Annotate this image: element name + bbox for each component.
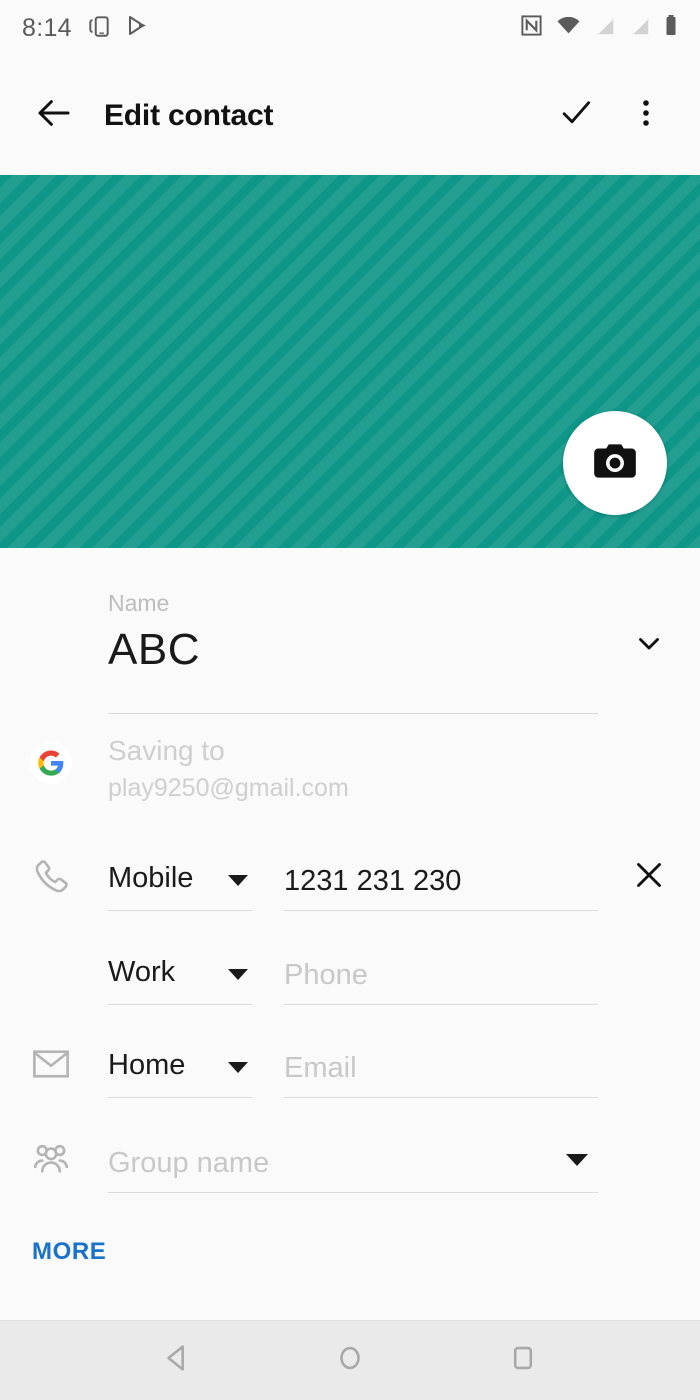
account-email: play9250@gmail.com xyxy=(108,774,349,802)
nav-back-button[interactable] xyxy=(147,1331,207,1391)
nav-back-icon xyxy=(160,1341,194,1380)
phone-1-type-select[interactable]: Mobile xyxy=(108,858,254,904)
status-bar-right xyxy=(520,13,678,43)
android-edit-contact-screen: 8:14 Edit contact Name ABC Saving to pla… xyxy=(0,0,700,1400)
camera-icon xyxy=(590,436,640,491)
nfc-icon xyxy=(520,14,543,42)
phone-1-type-label: Mobile xyxy=(108,862,194,894)
overflow-menu-button[interactable] xyxy=(622,92,670,140)
email-type-label: Home xyxy=(108,1049,186,1081)
caret-down-icon xyxy=(228,1062,248,1073)
name-input[interactable]: ABC xyxy=(108,625,200,675)
page-title: Edit contact xyxy=(104,98,274,132)
phone-1-type-underline xyxy=(108,910,252,911)
nav-recents-icon xyxy=(506,1341,540,1380)
name-expand-button[interactable] xyxy=(626,622,672,668)
phone-row-2: Work Phone xyxy=(0,934,700,1028)
check-icon xyxy=(557,94,595,137)
chevron-down-icon xyxy=(632,626,666,665)
status-time: 8:14 xyxy=(22,13,72,42)
email-value-underline xyxy=(284,1097,598,1098)
signal-no-sim-1-icon xyxy=(594,15,616,42)
caret-down-icon[interactable] xyxy=(566,1154,588,1166)
android-nav-bar xyxy=(0,1320,700,1400)
saving-to-label: Saving to xyxy=(108,735,225,766)
email-row: Home Email xyxy=(0,1027,700,1121)
status-bar-left: 8:14 xyxy=(22,13,150,44)
account-row[interactable]: Saving to play9250@gmail.com xyxy=(0,735,700,820)
app-bar-actions xyxy=(552,92,670,140)
phone-1-input[interactable]: 1231 231 230 xyxy=(284,858,598,904)
more-button[interactable]: MORE xyxy=(18,1228,120,1276)
name-field-row: Name ABC xyxy=(0,568,700,714)
name-field-label: Name xyxy=(108,590,170,616)
more-vert-icon xyxy=(630,97,662,134)
phone-2-type-label: Work xyxy=(108,956,176,988)
battery-icon xyxy=(664,14,678,43)
status-bar: 8:14 xyxy=(0,0,700,56)
caret-down-icon xyxy=(228,969,248,980)
wifi-icon xyxy=(556,13,581,43)
phone-2-value-underline xyxy=(284,1004,598,1005)
google-logo-icon xyxy=(28,740,74,786)
app-bar: Edit contact xyxy=(0,56,700,175)
back-button[interactable] xyxy=(30,92,78,140)
email-input[interactable]: Email xyxy=(284,1045,598,1091)
nav-home-button[interactable] xyxy=(320,1331,380,1391)
nav-recents-button[interactable] xyxy=(493,1331,553,1391)
save-button[interactable] xyxy=(552,92,600,140)
phone-2-type-underline xyxy=(108,1004,252,1005)
phone-2-type-select[interactable]: Work xyxy=(108,952,254,998)
phone-1-value-underline xyxy=(284,910,598,911)
close-icon xyxy=(631,857,667,898)
screen-mirror-icon xyxy=(86,13,112,44)
change-photo-button[interactable] xyxy=(563,411,667,515)
name-field-underline xyxy=(108,713,598,714)
email-type-select[interactable]: Home xyxy=(108,1045,254,1091)
group-row: Group name xyxy=(0,1122,700,1216)
group-icon xyxy=(28,1136,74,1182)
back-arrow-icon xyxy=(33,92,75,139)
email-type-underline xyxy=(108,1097,252,1098)
nav-home-icon xyxy=(333,1341,367,1380)
account-text-block: Saving to play9250@gmail.com xyxy=(108,732,349,806)
group-input[interactable]: Group name xyxy=(108,1140,548,1186)
group-underline xyxy=(108,1192,598,1193)
email-icon xyxy=(28,1041,74,1087)
phone-1-delete-button[interactable] xyxy=(626,854,672,900)
signal-no-sim-2-icon xyxy=(629,15,651,42)
phone-row-1: Mobile 1231 231 230 xyxy=(0,840,700,934)
caret-down-icon xyxy=(228,875,248,886)
phone-2-input[interactable]: Phone xyxy=(284,952,598,998)
play-store-icon xyxy=(126,14,150,43)
contact-form: Name ABC Saving to play9250@gmail.com Mo… xyxy=(0,548,700,1318)
phone-icon xyxy=(28,854,74,900)
